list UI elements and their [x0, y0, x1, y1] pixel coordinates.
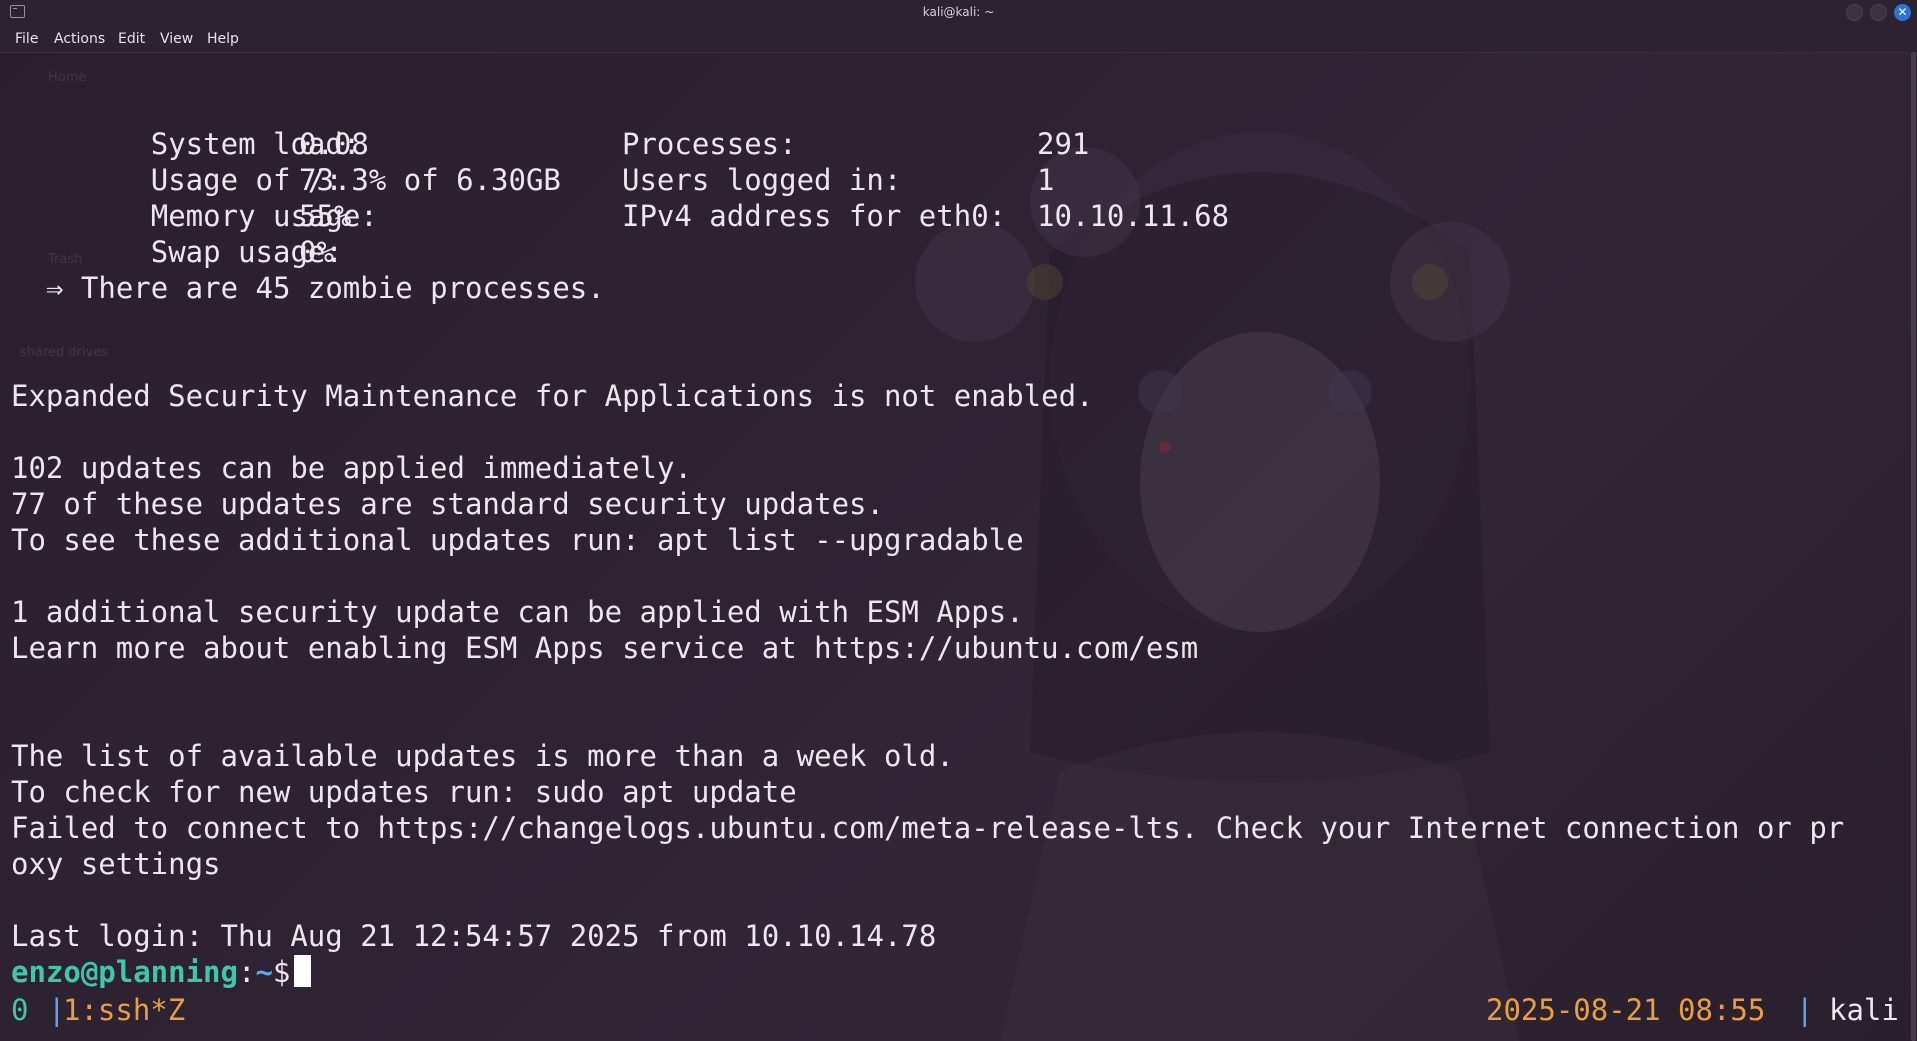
failed-connect-line: Failed to connect to https://changelogs.… [11, 811, 1845, 845]
old-updates-line: To check for new updates run: sudo apt u… [11, 775, 797, 809]
tmux-session-index[interactable]: 0 [11, 992, 28, 1028]
status-separator: | [1796, 993, 1814, 1027]
terminal-output[interactable]: System load: 0.08 Processes: 291 Usage of /… [0, 52, 1917, 992]
scrollbar-thumb[interactable] [1911, 52, 1916, 1041]
prompt-path: ~ [255, 955, 273, 989]
menu-file[interactable]: File [15, 31, 38, 47]
text-cursor [294, 955, 312, 987]
terminal-window: Home Trash shared drives kali@kali: ~ ✕ … [0, 0, 1917, 1041]
maximize-button[interactable] [1870, 4, 1887, 21]
status-datetime: 2025-08-21 08:55 [1486, 993, 1766, 1027]
status-hostname: kali [1829, 993, 1899, 1027]
title-bar: kali@kali: ~ ✕ [0, 0, 1917, 25]
users-label: Users logged in: [622, 163, 902, 197]
esm-not-enabled-line: Expanded Security Maintenance for Applic… [11, 379, 1094, 413]
close-button[interactable]: ✕ [1894, 4, 1911, 21]
ipv4-label: IPv4 address for eth0: [622, 199, 1007, 233]
zombie-notice: ⇒ There are 45 zombie processes. [46, 271, 605, 305]
tmux-status-bar: 0 | 1:ssh*Z 2025-08-21 08:55 | kali [0, 992, 1917, 1030]
updates-line: 102 updates can be applied immediately. [11, 451, 692, 485]
menu-bar: File Actions Edit View Help [0, 25, 1917, 53]
vertical-scrollbar[interactable] [1910, 52, 1917, 1041]
updates-line: To see these additional updates run: apt… [11, 523, 1024, 557]
old-updates-line: The list of available updates is more th… [11, 739, 954, 773]
tmux-window-tab[interactable]: 1:ssh*Z [63, 992, 185, 1028]
last-login-line: Last login: Thu Aug 21 12:54:57 2025 fro… [11, 919, 937, 953]
shell-prompt[interactable]: enzo@planning:~$ [11, 954, 312, 990]
prompt-symbol: $ [272, 955, 291, 989]
ipv4-value: 10.10.11.68 [1037, 199, 1230, 233]
users-value: 1 [1037, 163, 1055, 197]
prompt-user-host: enzo@planning [11, 955, 238, 989]
close-icon: ✕ [1897, 5, 1908, 19]
menu-help[interactable]: Help [207, 31, 239, 47]
minimize-button[interactable] [1846, 4, 1863, 21]
window-title: kali@kali: ~ [922, 5, 995, 19]
menu-actions[interactable]: Actions [54, 31, 105, 47]
updates-line: 77 of these updates are standard securit… [11, 487, 884, 521]
processes-label: Processes: [622, 127, 797, 161]
failed-connect-line: oxy settings [11, 847, 221, 881]
esm-line: 1 additional security update can be appl… [11, 595, 1024, 629]
prompt-colon: : [237, 955, 256, 989]
menu-edit[interactable]: Edit [118, 31, 145, 47]
swap-value: 0% [299, 235, 334, 269]
menu-view[interactable]: View [160, 31, 193, 47]
processes-value: 291 [1037, 127, 1090, 161]
esm-line: Learn more about enabling ESM Apps servi… [11, 631, 1199, 665]
